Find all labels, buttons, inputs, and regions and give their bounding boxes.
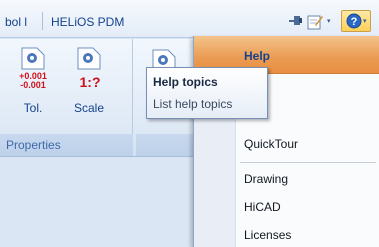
tooltip-description: List help topics bbox=[153, 97, 233, 111]
scale-button[interactable]: 1:? Scale bbox=[66, 47, 112, 117]
scale-icon-text: 1:? bbox=[80, 74, 101, 90]
group-label-properties: Properties bbox=[0, 134, 133, 156]
tolerance-lower-text: -0.001 bbox=[20, 80, 46, 90]
menu-item-quicktour[interactable]: QuickTour bbox=[244, 134, 374, 154]
edit-note-icon[interactable] bbox=[306, 13, 324, 31]
scale-icon: 1:? bbox=[77, 47, 101, 90]
tolerance-button-label: Tol. bbox=[23, 101, 43, 115]
help-button[interactable]: ? ▾ bbox=[341, 10, 371, 32]
menu-item-drawing[interactable]: Drawing bbox=[244, 169, 374, 189]
menu-separator bbox=[240, 162, 376, 163]
svg-text:?: ? bbox=[351, 16, 358, 28]
tolerance-button[interactable]: +0.001 -0.001 Tol. bbox=[10, 47, 56, 117]
menu-item-hicad[interactable]: HiCAD bbox=[244, 197, 374, 217]
tab-helios-pdm[interactable]: HELiOS PDM bbox=[46, 10, 129, 34]
pin-icon[interactable] bbox=[287, 14, 303, 30]
tooltip-title: Help topics bbox=[153, 75, 218, 89]
group-label-partial bbox=[136, 134, 194, 156]
tab-separator bbox=[42, 12, 43, 30]
help-dropdown-caret: ▾ bbox=[363, 18, 367, 25]
ribbon-group-properties: +0.001 -0.001 Tol. 1:? Scale Properties bbox=[0, 39, 133, 156]
help-icon: ? bbox=[346, 13, 362, 29]
tab-symbol[interactable]: bol l bbox=[0, 10, 32, 34]
help-topics-tooltip: Help topics List help topics bbox=[146, 67, 268, 119]
scale-button-label: Scale bbox=[73, 101, 105, 115]
ribbon-tab-bar: bol l HELiOS PDM ▾ ? ▾ bbox=[0, 0, 379, 38]
tolerance-icon: +0.001 -0.001 bbox=[19, 47, 47, 90]
menu-item-licenses[interactable]: Licenses bbox=[244, 225, 374, 245]
qat-dropdown-caret[interactable]: ▾ bbox=[327, 17, 331, 25]
help-menu-header-label: Help bbox=[244, 49, 271, 63]
